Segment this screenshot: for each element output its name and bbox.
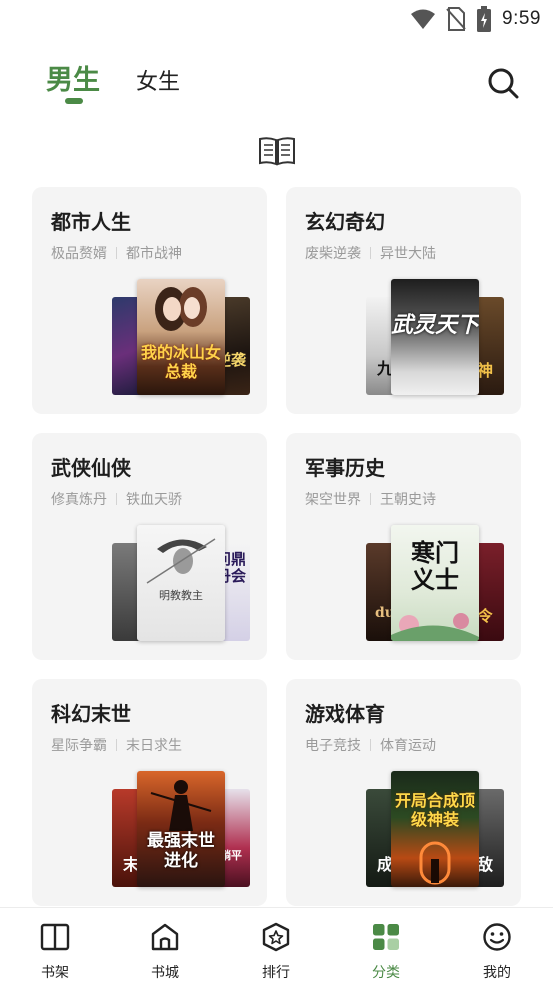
category-tag[interactable]: 极品赘婿 [51, 243, 107, 263]
book-cover[interactable]: 开局合成顶级神装 [391, 771, 479, 887]
category-icon [373, 924, 399, 950]
battery-charging-icon [477, 6, 492, 32]
cover-title: 寒门义士 [411, 538, 459, 594]
category-tag[interactable]: 星际争霸 [51, 735, 107, 755]
cover-title: 明教教主 [159, 589, 203, 602]
nav-label: 分类 [372, 965, 400, 981]
tag-divider [116, 739, 117, 751]
cover-title: 武灵天下 [391, 312, 479, 338]
active-tab-indicator [65, 98, 83, 104]
nav-label: 书架 [41, 965, 69, 981]
category-card-urban[interactable]: 都市人生 极品赘婿 都市战神 逆袭 我的冰山女总裁 [32, 187, 267, 414]
bottom-nav: 书架 书城 排行 分类 我的 [0, 907, 553, 983]
cover-title: 我的冰山女总裁 [141, 343, 222, 381]
header: 男生 女生 [0, 40, 553, 130]
category-title: 科幻末世 [51, 702, 131, 726]
book-cover-stack: 九 神 武灵天下 [366, 279, 504, 397]
no-sim-icon [446, 7, 466, 31]
nav-item-ranking[interactable]: 排行 [221, 908, 331, 983]
open-book-icon [259, 137, 295, 166]
category-screen: 9:59 男生 女生 都市人生 极品赘婿 都市战神 逆袭 我的冰山女总裁 玄幻奇… [0, 0, 553, 983]
category-card-scifi[interactable]: 科幻末世 星际争霸 末日求生 末 躺平 最强末世进化 [32, 679, 267, 906]
search-icon[interactable] [486, 66, 520, 100]
tab-female[interactable]: 女生 [136, 64, 180, 96]
category-tag[interactable]: 体育运动 [380, 735, 436, 755]
status-bar: 9:59 [0, 0, 553, 40]
category-card-fantasy[interactable]: 玄幻奇幻 废柴逆袭 异世大陆 九 神 武灵天下 [286, 187, 521, 414]
cover-illustration [419, 841, 451, 885]
category-card-gaming[interactable]: 游戏体育 电子竞技 体育运动 成 敌 开局合成顶级神装 [286, 679, 521, 906]
category-tag[interactable]: 电子竞技 [305, 735, 361, 755]
tag-divider [116, 247, 117, 259]
category-title: 玄幻奇幻 [305, 210, 385, 234]
cover-illustration [150, 780, 212, 831]
category-tags: 架空世界 王朝史诗 [305, 489, 436, 509]
category-card-wuxia[interactable]: 武侠仙侠 修真炼丹 铁血天骄 问鼎丹会 明教教主 [32, 433, 267, 660]
tag-divider [116, 493, 117, 505]
cover-title: 开局合成顶级神装 [395, 791, 476, 829]
profile-icon [483, 923, 511, 951]
bookstore-icon [151, 923, 179, 951]
book-cover-stack: 逆袭 我的冰山女总裁 [112, 279, 250, 397]
category-card-military[interactable]: 军事历史 架空世界 王朝史诗 du 令 寒门义士 [286, 433, 521, 660]
book-cover[interactable]: 寒门义士 [391, 525, 479, 641]
category-title: 都市人生 [51, 210, 131, 234]
nav-item-bookstore[interactable]: 书城 [110, 908, 220, 983]
book-cover-stack: 末 躺平 最强末世进化 [112, 771, 250, 889]
category-tags: 修真炼丹 铁血天骄 [51, 489, 182, 509]
nav-label: 排行 [262, 965, 290, 981]
status-time: 9:59 [502, 8, 541, 29]
category-tag[interactable]: 末日求生 [126, 735, 182, 755]
category-tag[interactable]: 废柴逆袭 [305, 243, 361, 263]
category-title: 游戏体育 [305, 702, 385, 726]
book-cover-stack: 成 敌 开局合成顶级神装 [366, 771, 504, 889]
book-cover[interactable]: 最强末世进化 [137, 771, 225, 887]
tab-male[interactable]: 男生 [46, 58, 100, 97]
nav-label: 我的 [483, 965, 511, 981]
category-title: 武侠仙侠 [51, 456, 131, 480]
ranking-icon [262, 922, 290, 952]
tag-divider [370, 247, 371, 259]
category-tags: 星际争霸 末日求生 [51, 735, 182, 755]
tag-divider [370, 739, 371, 751]
category-tag[interactable]: 都市战神 [126, 243, 182, 263]
status-icons: 9:59 [410, 6, 541, 32]
book-cover[interactable]: 明教教主 [137, 525, 225, 641]
book-cover-stack: du 令 寒门义士 [366, 525, 504, 643]
wifi-icon [411, 9, 436, 29]
book-cover-stack: 问鼎丹会 明教教主 [112, 525, 250, 643]
category-tag[interactable]: 王朝史诗 [380, 489, 436, 509]
nav-item-profile[interactable]: 我的 [442, 908, 552, 983]
cover-illustration [146, 538, 216, 584]
category-tags: 电子竞技 体育运动 [305, 735, 436, 755]
category-tag[interactable]: 修真炼丹 [51, 489, 107, 509]
category-tag[interactable]: 铁血天骄 [126, 489, 182, 509]
category-tags: 废柴逆袭 异世大陆 [305, 243, 436, 263]
nav-label: 书城 [151, 965, 179, 981]
nav-item-bookshelf[interactable]: 书架 [0, 908, 110, 983]
bookshelf-icon [40, 923, 70, 951]
cover-title: 最强末世进化 [147, 831, 215, 871]
book-cover[interactable]: 我的冰山女总裁 [137, 279, 225, 395]
cover-illustration [155, 287, 207, 331]
book-cover[interactable]: 武灵天下 [391, 279, 479, 395]
category-title: 军事历史 [305, 456, 385, 480]
tag-divider [370, 493, 371, 505]
category-tag[interactable]: 架空世界 [305, 489, 361, 509]
category-tags: 极品赘婿 都市战神 [51, 243, 182, 263]
category-tag[interactable]: 异世大陆 [380, 243, 436, 263]
nav-item-category[interactable]: 分类 [331, 908, 441, 983]
